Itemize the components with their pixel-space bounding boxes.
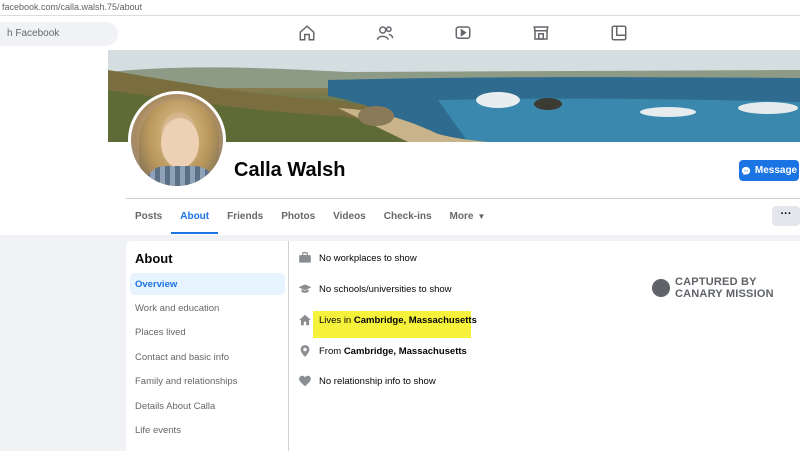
url-text: facebook.com/calla.walsh.75/about <box>2 2 143 12</box>
sidebar-item-contact-info[interactable]: Contact and basic info <box>130 346 285 368</box>
relationship-row: No relationship info to show <box>298 372 436 390</box>
watermark-line-2: CANARY MISSION <box>675 288 774 300</box>
sidebar-item-work-education[interactable]: Work and education <box>130 297 285 319</box>
home-icon[interactable] <box>298 24 316 42</box>
lives-in-prefix: Lives in <box>319 314 354 326</box>
avatar[interactable] <box>128 91 226 189</box>
from-row: From Cambridge, Massachusetts <box>298 342 467 360</box>
graduation-cap-icon <box>298 282 312 296</box>
work-row: No workplaces to show <box>298 249 417 267</box>
sidebar-item-family-relationships[interactable]: Family and relationships <box>130 370 285 392</box>
search-placeholder: h Facebook <box>7 28 60 39</box>
tab-videos[interactable]: Videos <box>324 201 375 234</box>
search-input[interactable]: h Facebook <box>0 22 118 46</box>
heart-icon <box>298 374 312 388</box>
caret-down-icon: ▼ <box>477 212 486 221</box>
watch-icon[interactable] <box>454 24 472 42</box>
friends-icon[interactable] <box>376 24 394 42</box>
messenger-icon <box>741 166 751 175</box>
briefcase-icon <box>298 251 312 265</box>
message-button[interactable]: Message <box>739 160 799 181</box>
profile-tabs: Posts About Friends Photos Videos Check-… <box>126 201 494 234</box>
profile-header: Calla Walsh Message Posts About Friends … <box>0 50 800 235</box>
watermark-line-1: CAPTURED BY <box>675 276 757 288</box>
sidebar-item-places-lived[interactable]: Places lived <box>130 321 285 343</box>
top-navigation: h Facebook <box>0 16 800 50</box>
lives-in-text: Lives in Cambridge, Massachusetts <box>319 315 477 326</box>
tab-check-ins[interactable]: Check-ins <box>375 201 441 234</box>
about-heading: About <box>135 251 173 266</box>
from-prefix: From <box>319 345 344 357</box>
location-pin-icon <box>298 344 312 358</box>
marketplace-icon[interactable] <box>532 24 550 42</box>
tab-about[interactable]: About <box>171 201 219 234</box>
house-icon <box>298 313 312 327</box>
profile-name: Calla Walsh <box>234 159 346 181</box>
tab-posts[interactable]: Posts <box>126 201 171 234</box>
tab-more-label: More <box>449 211 474 222</box>
lives-in-row: Lives in Cambridge, Massachusetts <box>298 311 477 329</box>
canary-logo-icon <box>652 279 670 297</box>
more-options-button[interactable]: ··· <box>772 206 800 226</box>
tab-friends[interactable]: Friends <box>218 201 272 234</box>
watermark: CAPTURED BY CANARY MISSION <box>652 276 774 300</box>
about-sidebar: About Overview Work and education Places… <box>126 241 289 451</box>
sidebar-item-details[interactable]: Details About Calla <box>130 395 285 417</box>
school-row: No schools/universities to show <box>298 280 452 298</box>
header-divider <box>126 198 800 199</box>
lives-in-place-link[interactable]: Cambridge, Massachusetts <box>354 315 477 326</box>
from-text: From Cambridge, Massachusetts <box>319 346 467 357</box>
sidebar-item-overview[interactable]: Overview <box>130 273 285 295</box>
sidebar-item-life-events[interactable]: Life events <box>130 419 285 441</box>
from-place-link[interactable]: Cambridge, Massachusetts <box>344 346 467 357</box>
relationship-text: No relationship info to show <box>319 375 436 387</box>
message-button-label: Message <box>754 165 798 176</box>
work-text: No workplaces to show <box>319 252 417 264</box>
gaming-icon[interactable] <box>610 24 628 42</box>
tab-photos[interactable]: Photos <box>272 201 324 234</box>
tab-more[interactable]: More ▼ <box>441 201 495 234</box>
address-bar[interactable]: facebook.com/calla.walsh.75/about <box>0 0 800 16</box>
school-text: No schools/universities to show <box>319 283 452 295</box>
